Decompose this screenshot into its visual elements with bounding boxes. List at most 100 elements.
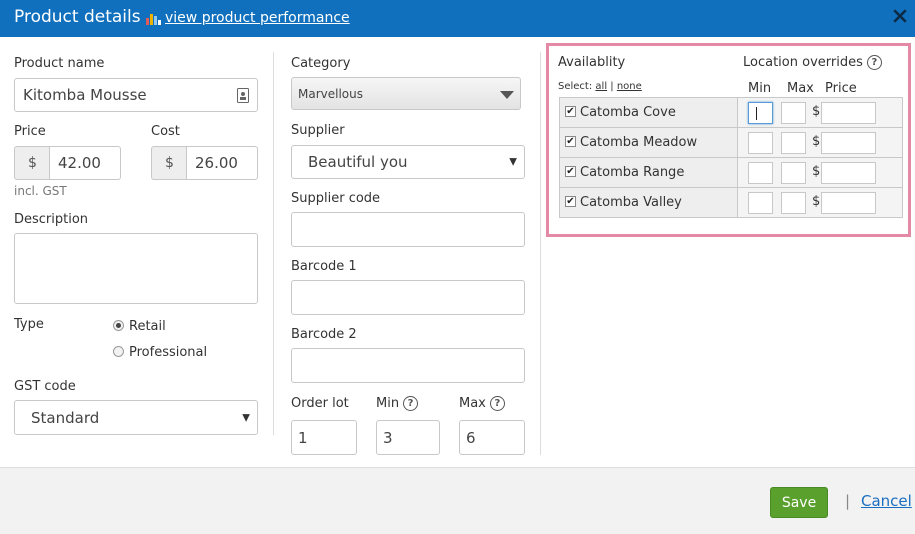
barcode2-input[interactable] [291, 348, 525, 383]
location-checkbox[interactable]: ✔ [565, 166, 576, 177]
override-price-input[interactable] [821, 132, 876, 154]
barcode1-input[interactable] [291, 280, 525, 315]
view-performance-link[interactable]: view product performance [146, 10, 350, 26]
select-all-link[interactable]: all [595, 81, 607, 92]
price-input[interactable]: 42.00 [49, 146, 121, 180]
location-overrides-label: Location overrides [743, 55, 863, 70]
contact-card-icon[interactable] [237, 88, 249, 103]
override-max-input[interactable] [781, 102, 806, 124]
currency-symbol: $ [812, 194, 821, 209]
help-icon[interactable]: ? [866, 55, 882, 70]
col-max-header: Max [787, 81, 814, 96]
barcode2-label: Barcode 2 [291, 327, 357, 342]
override-cell: $ [737, 97, 903, 128]
price-value: 42.00 [58, 154, 101, 172]
save-button[interactable]: Save [770, 487, 828, 518]
override-cell: $ [737, 127, 903, 158]
max-input[interactable]: 6 [459, 420, 525, 455]
product-name-label: Product name [14, 56, 105, 71]
override-min-input[interactable] [748, 132, 773, 154]
description-textarea[interactable] [14, 233, 258, 304]
supplier-label: Supplier [291, 123, 345, 138]
override-price-input[interactable] [821, 192, 876, 214]
order-lot-value: 1 [298, 428, 308, 447]
min-input[interactable]: 3 [376, 420, 440, 455]
currency-symbol: $ [812, 134, 821, 149]
max-value: 6 [466, 428, 476, 447]
description-label: Description [14, 212, 89, 227]
location-name: Catomba Meadow [580, 135, 698, 150]
price-currency-prefix: $ [14, 146, 50, 180]
cancel-link[interactable]: Cancel [861, 492, 912, 510]
type-retail-label: Retail [129, 319, 166, 334]
min-label-group: Min? [376, 396, 419, 411]
close-icon[interactable] [892, 8, 908, 24]
type-retail-radio[interactable] [113, 320, 124, 331]
location-name: Catomba Valley [580, 195, 682, 210]
override-max-input[interactable] [781, 132, 806, 154]
table-row: ✔ Catomba Range $ [559, 157, 903, 188]
location-overrides-label-group: Location overrides? [743, 55, 882, 70]
override-min-input[interactable] [748, 102, 773, 124]
category-select[interactable]: Marvellous [291, 77, 521, 110]
product-name-input[interactable]: Kitomba Mousse [14, 78, 258, 112]
override-cell: $ [737, 187, 903, 218]
supplier-select[interactable]: Beautiful you ▼ [291, 145, 525, 179]
override-max-input[interactable] [781, 162, 806, 184]
availability-table: ✔ Catomba Cove $ ✔ Catomba Meadow $ ✔ Catom… [559, 97, 903, 218]
location-checkbox[interactable]: ✔ [565, 106, 576, 117]
table-row: ✔ Catomba Cove $ [559, 97, 903, 128]
order-lot-label: Order lot [291, 396, 349, 411]
type-professional-label: Professional [129, 345, 208, 360]
price-label: Price [14, 124, 46, 139]
select-none-link[interactable]: none [617, 81, 642, 92]
override-min-input[interactable] [748, 162, 773, 184]
cost-label: Cost [151, 124, 180, 139]
type-professional-radio[interactable] [113, 346, 124, 357]
min-label: Min [376, 396, 400, 411]
override-min-input[interactable] [748, 192, 773, 214]
override-price-input[interactable] [821, 102, 876, 124]
currency-symbol: $ [812, 164, 821, 179]
availability-label: Availablity [558, 55, 626, 70]
max-label: Max [459, 396, 486, 411]
table-row: ✔ Catomba Meadow $ [559, 127, 903, 158]
product-name-value: Kitomba Mousse [23, 86, 147, 104]
help-icon[interactable]: ? [403, 396, 419, 411]
order-lot-input[interactable]: 1 [291, 420, 357, 455]
override-cell: $ [737, 157, 903, 188]
category-value: Marvellous [298, 86, 363, 101]
location-checkbox[interactable]: ✔ [565, 136, 576, 147]
location-cell: ✔ Catomba Cove [559, 97, 738, 128]
text-cursor [756, 107, 757, 120]
cost-input[interactable]: 26.00 [186, 146, 258, 180]
bar-chart-icon [146, 13, 161, 25]
chevron-down-icon: ▼ [242, 412, 250, 423]
location-name: Catomba Cove [580, 105, 676, 120]
help-icon[interactable]: ? [489, 396, 505, 411]
cost-value: 26.00 [195, 154, 238, 172]
override-price-input[interactable] [821, 162, 876, 184]
cost-currency-prefix: $ [151, 146, 187, 180]
supplier-code-input[interactable] [291, 212, 525, 247]
max-label-group: Max? [459, 396, 505, 411]
select-label: Select: [558, 81, 593, 92]
location-checkbox[interactable]: ✔ [565, 196, 576, 207]
col-price-header: Price [825, 81, 857, 96]
select-all-none: Select: all | none [558, 81, 642, 92]
type-label: Type [14, 317, 44, 332]
category-label: Category [291, 56, 351, 71]
dialog-header: Product details view product performance [0, 0, 915, 37]
gst-code-label: GST code [14, 379, 76, 394]
location-cell: ✔ Catomba Range [559, 157, 738, 188]
location-name: Catomba Range [580, 165, 685, 180]
override-max-input[interactable] [781, 192, 806, 214]
location-cell: ✔ Catomba Valley [559, 187, 738, 218]
chevron-down-icon: ▼ [509, 156, 517, 168]
gst-code-select[interactable]: Standard ▼ [14, 400, 258, 435]
barcode1-label: Barcode 1 [291, 259, 357, 274]
supplier-value: Beautiful you [308, 153, 408, 171]
footer-separator: | [845, 492, 851, 510]
min-value: 3 [383, 428, 393, 447]
supplier-code-label: Supplier code [291, 191, 381, 206]
